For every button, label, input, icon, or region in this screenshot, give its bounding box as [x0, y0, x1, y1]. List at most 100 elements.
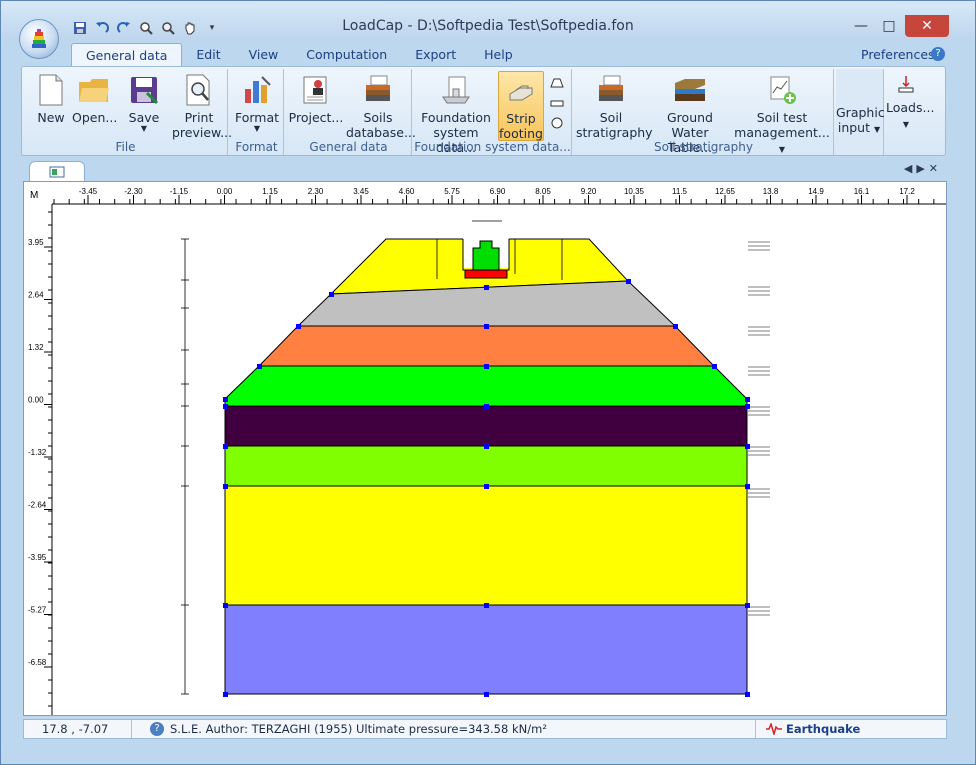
y-tick-label: -1.32 — [28, 448, 47, 457]
layer-node — [745, 484, 750, 489]
tab-general-data[interactable]: General data — [71, 43, 183, 67]
preferences-menu[interactable]: Preferences — [861, 47, 935, 62]
layer-node — [329, 292, 334, 297]
layer-node — [484, 692, 489, 697]
soils-database-icon — [361, 73, 395, 107]
shape-trapezoid-icon[interactable] — [546, 77, 568, 93]
x-tick-label: 3.45 — [353, 187, 369, 196]
maximize-button[interactable]: □ — [875, 15, 903, 37]
open-button[interactable]: Open... — [72, 71, 117, 125]
layer-node — [257, 364, 262, 369]
document-tab-icon — [49, 166, 65, 177]
layer-node — [223, 404, 228, 409]
tab-view[interactable]: View — [235, 43, 293, 67]
zoom-in-icon[interactable] — [137, 19, 155, 37]
group-file: New Open... Save ▼ Print preview... File — [24, 69, 232, 155]
group-label-general-data: General data — [309, 140, 388, 154]
foundation-system-icon — [439, 73, 473, 107]
strip-footing-icon — [504, 74, 538, 108]
soil-layer — [257, 325, 716, 367]
soil-layer — [224, 365, 748, 407]
footing-shape-options — [546, 71, 568, 134]
soil-layer — [224, 405, 748, 447]
shape-circle-icon[interactable] — [546, 116, 568, 134]
soils-database-button[interactable]: Soils database... — [346, 71, 416, 140]
strip-footing-button[interactable]: Strip footing — [498, 71, 544, 141]
app-window: LoadCap - D:\Softpedia Test\Softpedia.fo… — [0, 0, 976, 765]
soil-layer — [224, 604, 748, 695]
layer-node — [712, 364, 717, 369]
pan-hand-icon[interactable] — [181, 19, 199, 37]
x-tick-label: -1.15 — [170, 187, 189, 196]
layer-node — [626, 279, 631, 284]
status-bar: 17.8 , -7.07 ? S.L.E. Author: TERZAGHI (… — [23, 719, 947, 739]
app-orb-button[interactable] — [19, 19, 59, 59]
tab-computation[interactable]: Computation — [292, 43, 401, 67]
x-tick-label: 6.90 — [490, 187, 506, 196]
layer-node — [484, 285, 489, 290]
close-button[interactable]: ✕ — [905, 15, 949, 37]
group-label-file: File — [115, 140, 136, 154]
format-button[interactable]: Format ▼ — [234, 71, 280, 133]
x-tick-label: 10.35 — [624, 187, 645, 196]
x-tick-label: 14.9 — [808, 187, 824, 196]
x-tick-label: 16.1 — [854, 187, 870, 196]
soil-stratigraphy-button[interactable]: Soil stratigraphy — [576, 71, 653, 140]
zoom-window-icon[interactable] — [159, 19, 177, 37]
tab-export[interactable]: Export — [401, 43, 470, 67]
layer-node — [484, 603, 489, 608]
shape-rectangle-icon[interactable] — [546, 97, 568, 112]
status-help-icon[interactable]: ? — [150, 722, 164, 736]
new-button[interactable]: New — [32, 71, 70, 125]
ribbon: New Open... Save ▼ Print preview... File F… — [21, 66, 946, 156]
y-tick-label: 0.00 — [28, 396, 44, 405]
print-preview-button[interactable]: Print preview... — [172, 71, 232, 140]
help-icon[interactable]: ? — [931, 47, 945, 61]
cursor-coordinates: 17.8 , -7.07 — [24, 720, 132, 738]
y-tick-label: -5.27 — [28, 606, 47, 615]
x-tick-label: 8.05 — [535, 187, 551, 196]
save-icon[interactable] — [71, 19, 89, 37]
document-nav-arrows[interactable]: ◀▶✕ — [904, 162, 942, 175]
open-folder-icon — [77, 73, 111, 107]
x-tick-label: 1.15 — [262, 187, 278, 196]
graphic-input-button[interactable]: Graphic input ▼ — [836, 105, 885, 137]
customize-icon[interactable]: ▾ — [203, 19, 221, 37]
layer-node — [745, 692, 750, 697]
x-tick-label: 12.65 — [715, 187, 736, 196]
group-soil-stratigraphy: Soil stratigraphy Ground Water Table... So… — [574, 69, 834, 155]
x-tick-label: 4.60 — [399, 187, 415, 196]
soil-layer — [224, 445, 748, 487]
ribbon-tabs: General data Edit View Computation Expor… — [71, 43, 527, 67]
soil-test-icon — [765, 73, 799, 107]
group-graphic-input: Graphic input ▼ — [836, 69, 885, 155]
ruler-unit-label: M — [30, 190, 38, 201]
document-tab[interactable] — [29, 161, 85, 181]
undo-icon[interactable] — [93, 19, 111, 37]
layer-node — [745, 397, 750, 402]
loads-icon — [894, 73, 918, 97]
title-bar: LoadCap - D:\Softpedia Test\Softpedia.fo… — [1, 1, 975, 39]
strip-footing-base — [464, 269, 508, 279]
earthquake-indicator[interactable]: Earthquake — [756, 722, 946, 736]
section-drawing: M -3.45 -2.30 -1.15 0.00 1.15 2.30 3.45 4.60 5.75… — [24, 182, 946, 715]
tab-edit[interactable]: Edit — [182, 43, 234, 67]
y-tick-label: -3.95 — [28, 553, 47, 562]
quick-access-toolbar: ▾ — [71, 17, 221, 39]
x-tick-label: 17.2 — [899, 187, 915, 196]
loads-button[interactable]: Loads... ▼ — [886, 71, 934, 132]
format-chart-icon — [240, 73, 274, 107]
layer-node — [223, 692, 228, 697]
print-preview-icon — [182, 73, 216, 107]
minimize-button[interactable]: — — [847, 15, 875, 37]
layer-node — [223, 397, 228, 402]
save-button[interactable]: Save ▼ — [122, 71, 166, 133]
group-foundation: Foundation system data... Strip footing Fo… — [414, 69, 572, 155]
layer-node — [745, 404, 750, 409]
redo-icon[interactable] — [115, 19, 133, 37]
status-message: S.L.E. Author: TERZAGHI (1955) Ultimate … — [170, 720, 756, 738]
app-logo-icon — [32, 29, 46, 48]
tab-help[interactable]: Help — [470, 43, 527, 67]
drawing-canvas[interactable]: M -3.45 -2.30 -1.15 0.00 1.15 2.30 3.45 4.60 5.75… — [23, 181, 947, 716]
project-button[interactable]: Project... — [288, 71, 344, 125]
